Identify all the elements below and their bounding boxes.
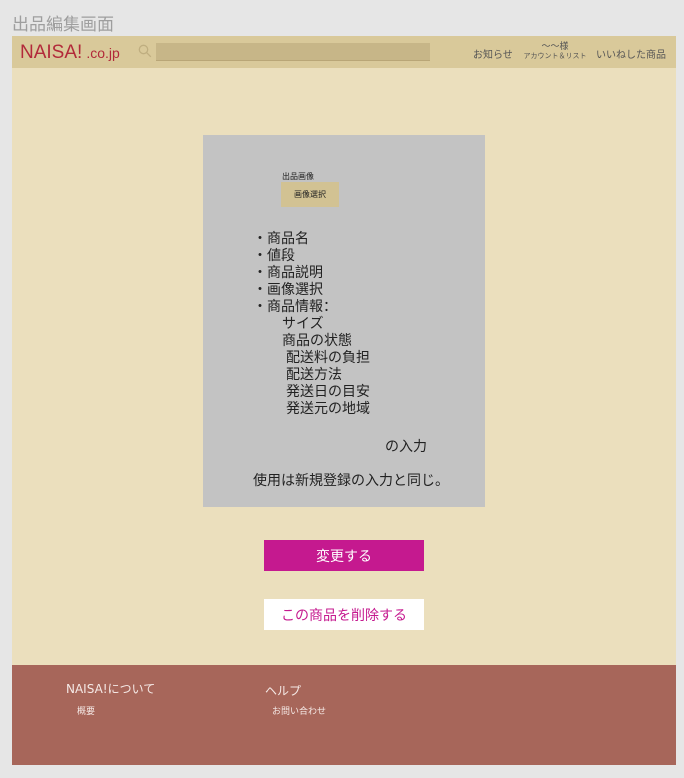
account-name: 〜〜様 xyxy=(541,42,569,52)
site-logo[interactable]: NAISA! .co.jp xyxy=(20,42,120,64)
footer: NAISA!について 概要 ヘルプ お問い合わせ xyxy=(12,665,676,765)
product-info-item: サイズ xyxy=(282,316,324,332)
page-title: 出品編集画面 xyxy=(12,15,114,35)
header-bar: NAISA! .co.jp お知らせ 〜〜様 アカウント＆リスト いいねした商品 xyxy=(12,36,676,68)
account-list-label: アカウント＆リスト xyxy=(523,52,587,60)
shipping-info-item: 配送料の負担 xyxy=(286,350,370,366)
account-menu[interactable]: 〜〜様 アカウント＆リスト xyxy=(522,42,588,61)
footer-about-link[interactable]: 概要 xyxy=(77,704,95,717)
product-info-list: サイズ 商品の状態 xyxy=(282,316,352,350)
shipping-info-item: 配送方法 xyxy=(286,367,342,383)
footer-about-heading: NAISA!について xyxy=(66,682,156,696)
field-item: ・商品情報： xyxy=(253,299,337,315)
shipping-info-list: 配送料の負担 配送方法 発送日の目安 発送元の地域 xyxy=(286,350,370,418)
search-icon[interactable] xyxy=(138,44,152,58)
field-item: ・画像選択 xyxy=(253,282,323,298)
delete-item-button[interactable]: この商品を削除する xyxy=(264,599,424,630)
image-label: 出品画像 xyxy=(282,172,314,181)
product-info-item: 商品の状態 xyxy=(282,333,352,349)
usage-note: 使用は新規登録の入力と同じ。 xyxy=(253,473,449,489)
input-suffix-text: の入力 xyxy=(385,439,427,455)
edit-form-panel: 出品画像 画像選択 ・商品名 ・値段 ・商品説明 ・画像選択 ・商品情報： サイ… xyxy=(203,135,485,507)
footer-help-heading: ヘルプ xyxy=(265,684,302,698)
liked-items-link[interactable]: いいねした商品 xyxy=(596,46,666,61)
field-item: ・値段 xyxy=(253,248,295,264)
footer-contact-link[interactable]: お問い合わせ xyxy=(272,704,326,717)
shipping-info-item: 発送元の地域 xyxy=(286,401,370,417)
logo-main-text: NAISA! xyxy=(20,42,83,63)
update-button[interactable]: 変更する xyxy=(264,540,424,571)
shipping-info-item: 発送日の目安 xyxy=(286,384,370,400)
logo-domain-text: .co.jp xyxy=(86,45,120,61)
search-input[interactable] xyxy=(156,43,430,61)
notifications-link[interactable]: お知らせ xyxy=(473,46,513,61)
field-list: ・商品名 ・値段 ・商品説明 ・画像選択 ・商品情報： xyxy=(253,231,337,316)
field-item: ・商品名 xyxy=(253,231,309,247)
field-item: ・商品説明 xyxy=(253,265,323,281)
image-select-button[interactable]: 画像選択 xyxy=(281,182,339,207)
app-frame: NAISA! .co.jp お知らせ 〜〜様 アカウント＆リスト いいねした商品 … xyxy=(12,36,676,765)
